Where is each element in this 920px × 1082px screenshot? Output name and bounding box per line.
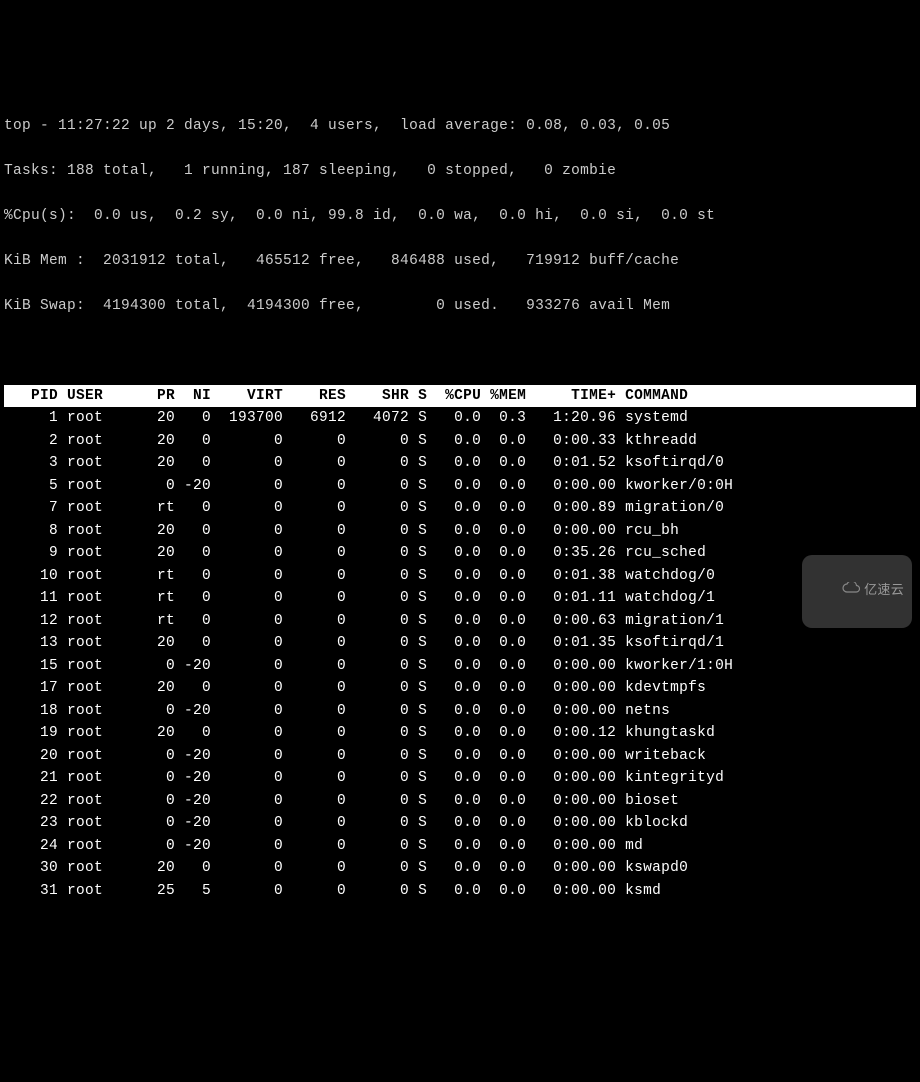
table-row: 7 root rt 0 0 0 0 S 0.0 0.0 0:00.89 migr… [4, 497, 916, 520]
table-row: 15 root 0 -20 0 0 0 S 0.0 0.0 0:00.00 kw… [4, 655, 916, 678]
table-row: 31 root 25 5 0 0 0 S 0.0 0.0 0:00.00 ksm… [4, 880, 916, 903]
table-row: 1 root 20 0 193700 6912 4072 S 0.0 0.3 1… [4, 407, 916, 430]
blank-line [4, 340, 916, 363]
table-row: 12 root rt 0 0 0 0 S 0.0 0.0 0:00.63 mig… [4, 610, 916, 633]
table-row: 18 root 0 -20 0 0 0 S 0.0 0.0 0:00.00 ne… [4, 700, 916, 723]
terminal-output[interactable]: top - 11:27:22 up 2 days, 15:20, 4 users… [4, 92, 916, 925]
table-row: 5 root 0 -20 0 0 0 S 0.0 0.0 0:00.00 kwo… [4, 475, 916, 498]
top-summary-line1: top - 11:27:22 up 2 days, 15:20, 4 users… [4, 115, 916, 138]
table-row: 30 root 20 0 0 0 0 S 0.0 0.0 0:00.00 ksw… [4, 857, 916, 880]
table-row: 8 root 20 0 0 0 0 S 0.0 0.0 0:00.00 rcu_… [4, 520, 916, 543]
table-row: 11 root rt 0 0 0 0 S 0.0 0.0 0:01.11 wat… [4, 587, 916, 610]
table-row: 22 root 0 -20 0 0 0 S 0.0 0.0 0:00.00 bi… [4, 790, 916, 813]
table-row: 9 root 20 0 0 0 0 S 0.0 0.0 0:35.26 rcu_… [4, 542, 916, 565]
top-summary-line5: KiB Swap: 4194300 total, 4194300 free, 0… [4, 295, 916, 318]
watermark-text: 亿速云 [864, 580, 904, 603]
table-row: 10 root rt 0 0 0 0 S 0.0 0.0 0:01.38 wat… [4, 565, 916, 588]
top-summary-line3: %Cpu(s): 0.0 us, 0.2 sy, 0.0 ni, 99.8 id… [4, 205, 916, 228]
table-row: 13 root 20 0 0 0 0 S 0.0 0.0 0:01.35 kso… [4, 632, 916, 655]
table-row: 3 root 20 0 0 0 0 S 0.0 0.0 0:01.52 ksof… [4, 452, 916, 475]
table-row: 17 root 20 0 0 0 0 S 0.0 0.0 0:00.00 kde… [4, 677, 916, 700]
table-row: 23 root 0 -20 0 0 0 S 0.0 0.0 0:00.00 kb… [4, 812, 916, 835]
table-row: 19 root 20 0 0 0 0 S 0.0 0.0 0:00.12 khu… [4, 722, 916, 745]
watermark-badge: 亿速云 [802, 555, 912, 629]
top-summary-line4: KiB Mem : 2031912 total, 465512 free, 84… [4, 250, 916, 273]
top-summary-line2: Tasks: 188 total, 1 running, 187 sleepin… [4, 160, 916, 183]
cloud-icon [810, 558, 860, 626]
table-row: 2 root 20 0 0 0 0 S 0.0 0.0 0:00.33 kthr… [4, 430, 916, 453]
column-headers: PID USER PR NI VIRT RES SHR S %CPU %MEM … [4, 385, 916, 408]
table-row: 21 root 0 -20 0 0 0 S 0.0 0.0 0:00.00 ki… [4, 767, 916, 790]
table-row: 20 root 0 -20 0 0 0 S 0.0 0.0 0:00.00 wr… [4, 745, 916, 768]
process-list: 1 root 20 0 193700 6912 4072 S 0.0 0.3 1… [4, 407, 916, 902]
table-row: 24 root 0 -20 0 0 0 S 0.0 0.0 0:00.00 md [4, 835, 916, 858]
